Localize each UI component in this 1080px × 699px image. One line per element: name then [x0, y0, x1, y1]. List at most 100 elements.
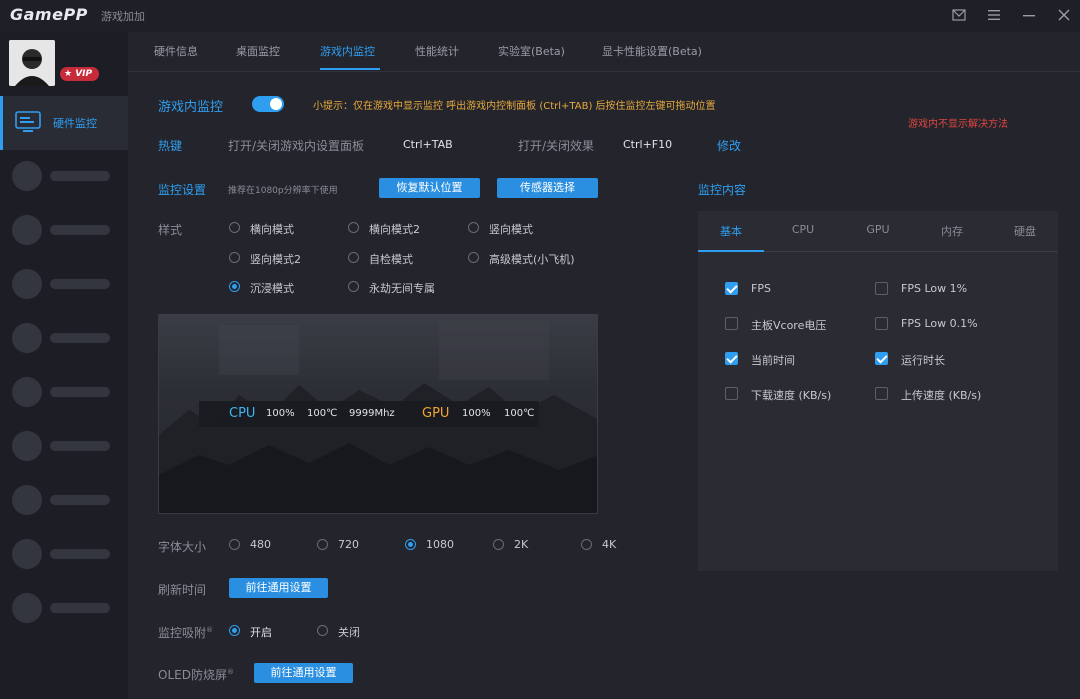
- sidebar-item-placeholder[interactable]: [12, 323, 112, 353]
- style-option-label[interactable]: 自检模式: [369, 251, 413, 267]
- mail-icon[interactable]: [950, 6, 968, 24]
- resolution-hint: 推荐在1080p分辨率下使用: [228, 186, 338, 196]
- overlay-cpu-temp: 100℃: [307, 408, 338, 419]
- fps-low-01-checkbox[interactable]: [875, 317, 888, 330]
- snap-radio-selected[interactable]: [229, 625, 240, 636]
- style-radio[interactable]: [348, 222, 359, 233]
- runtime-checkbox[interactable]: [875, 352, 888, 365]
- font-size-radio[interactable]: [581, 539, 592, 550]
- panel-tab-memory[interactable]: 内存: [919, 223, 985, 239]
- sidebar-item-placeholder[interactable]: [12, 215, 112, 245]
- font-size-label: 字体大小: [158, 540, 207, 554]
- font-size-radio[interactable]: [493, 539, 504, 550]
- top-tabs: 硬件信息 桌面监控 游戏内监控 性能统计 实验室(Beta) 显卡性能设置(Be…: [128, 32, 1080, 72]
- avatar[interactable]: [9, 40, 55, 86]
- font-size-radio-selected[interactable]: [405, 539, 416, 550]
- style-radio[interactable]: [348, 252, 359, 263]
- sidebar: ★ VIP 硬件监控: [0, 32, 128, 699]
- panel-tab-gpu[interactable]: GPU: [845, 223, 911, 236]
- sidebar-item-placeholder[interactable]: [12, 269, 112, 299]
- sidebar-item-placeholder[interactable]: [12, 593, 112, 623]
- style-option-label[interactable]: 横向模式: [250, 221, 294, 237]
- style-option-label[interactable]: 竖向模式2: [250, 251, 301, 267]
- refresh-label: 刷新时间: [158, 583, 207, 597]
- overlay-cpu-label: CPU: [229, 406, 256, 421]
- sidebar-item-placeholder[interactable]: [12, 377, 112, 407]
- panel-tab-basic[interactable]: 基本: [698, 223, 764, 239]
- hotkey-effect-label: 打开/关闭效果: [518, 139, 595, 153]
- menu-icon[interactable]: [985, 6, 1003, 24]
- snap-option[interactable]: 关闭: [338, 624, 360, 640]
- style-option-label[interactable]: 沉浸模式: [250, 280, 294, 296]
- refresh-settings-button[interactable]: 前往通用设置: [229, 578, 328, 598]
- sidebar-item-hardware-monitor[interactable]: 硬件监控: [0, 96, 128, 150]
- monitor-content-label: 监控内容: [698, 183, 747, 197]
- font-size-option[interactable]: 720: [338, 538, 359, 551]
- font-size-option[interactable]: 4K: [602, 538, 616, 551]
- sidebar-item-placeholder[interactable]: [12, 485, 112, 515]
- sidebar-item-placeholder[interactable]: [12, 431, 112, 461]
- style-radio[interactable]: [229, 222, 240, 233]
- style-option-label[interactable]: 竖向模式: [489, 221, 533, 237]
- style-radio[interactable]: [348, 281, 359, 292]
- tab-gpu-settings[interactable]: 显卡性能设置(Beta): [602, 43, 702, 59]
- style-option-label[interactable]: 横向模式2: [369, 221, 420, 237]
- snap-radio[interactable]: [317, 625, 328, 636]
- checkbox-label: 主板Vcore电压: [751, 319, 827, 332]
- help-link[interactable]: 游戏内不显示解决方法: [908, 115, 1008, 130]
- checkbox-label: 当前时间: [751, 354, 795, 367]
- snap-option[interactable]: 开启: [250, 624, 272, 640]
- tab-lab[interactable]: 实验室(Beta): [498, 43, 565, 59]
- font-size-radio[interactable]: [317, 539, 328, 550]
- vcore-checkbox[interactable]: [725, 317, 738, 330]
- overlay-gpu-label: GPU: [422, 406, 450, 421]
- app-logo: GamePP: [10, 5, 88, 24]
- hotkey-effect-key: Ctrl+F10: [623, 138, 673, 151]
- modify-hotkey-link[interactable]: 修改: [717, 137, 741, 154]
- sidebar-item-placeholder[interactable]: [12, 539, 112, 569]
- checkbox-label: 运行时长: [901, 354, 945, 367]
- checkbox-label: FPS: [751, 282, 771, 295]
- overlay-cpu-freq: 9999Mhz: [349, 408, 395, 419]
- hotkey-label: 热键: [158, 139, 183, 153]
- minimize-icon[interactable]: [1020, 6, 1038, 24]
- sensor-select-button[interactable]: 传感器选择: [497, 178, 598, 198]
- tab-hardware-info[interactable]: 硬件信息: [154, 43, 198, 59]
- panel-tab-disk[interactable]: 硬盘: [992, 223, 1058, 239]
- style-radio-selected[interactable]: [229, 281, 240, 292]
- ingame-monitor-toggle[interactable]: [252, 96, 284, 112]
- tab-ingame-monitor[interactable]: 游戏内监控: [320, 43, 375, 59]
- checkbox-label: 下载速度 (KB/s): [751, 389, 832, 402]
- reset-position-button[interactable]: 恢复默认位置: [379, 178, 480, 198]
- font-size-option[interactable]: 480: [250, 538, 271, 551]
- fps-checkbox[interactable]: [725, 282, 738, 295]
- tab-desktop-monitor[interactable]: 桌面监控: [236, 43, 280, 59]
- upload-speed-checkbox[interactable]: [875, 387, 888, 400]
- overlay-preview: CPU 100% 100℃ 9999Mhz GPU 100% 100℃: [158, 314, 598, 514]
- current-time-checkbox[interactable]: [725, 352, 738, 365]
- style-radio[interactable]: [468, 222, 479, 233]
- font-size-radio[interactable]: [229, 539, 240, 550]
- active-tab-indicator: [320, 68, 380, 70]
- hotkey-panel-key: Ctrl+TAB: [403, 138, 453, 151]
- overlay-bar: CPU 100% 100℃ 9999Mhz GPU 100% 100℃: [199, 401, 539, 427]
- font-size-option[interactable]: 1080: [426, 538, 454, 551]
- checkbox-label: FPS Low 0.1%: [901, 317, 978, 330]
- oled-settings-button[interactable]: 前往通用设置: [254, 663, 353, 683]
- sidebar-item-placeholder[interactable]: [12, 161, 112, 191]
- style-option-label[interactable]: 永劫无间专属: [369, 280, 435, 296]
- monitor-icon: [15, 111, 41, 133]
- title-bar: GamePP 游戏加加: [0, 0, 1080, 32]
- download-speed-checkbox[interactable]: [725, 387, 738, 400]
- panel-tab-cpu[interactable]: CPU: [770, 223, 836, 236]
- font-size-option[interactable]: 2K: [514, 538, 528, 551]
- style-radio[interactable]: [229, 252, 240, 263]
- fps-low-1-checkbox[interactable]: [875, 282, 888, 295]
- tab-performance-stats[interactable]: 性能统计: [415, 43, 459, 59]
- style-option-label[interactable]: 高级模式(小飞机): [489, 251, 575, 267]
- app-subtitle: 游戏加加: [101, 10, 145, 23]
- snap-label: 监控吸附®: [158, 626, 214, 640]
- close-icon[interactable]: [1055, 6, 1073, 24]
- ingame-monitor-title: 游戏内监控: [158, 100, 224, 115]
- style-radio[interactable]: [468, 252, 479, 263]
